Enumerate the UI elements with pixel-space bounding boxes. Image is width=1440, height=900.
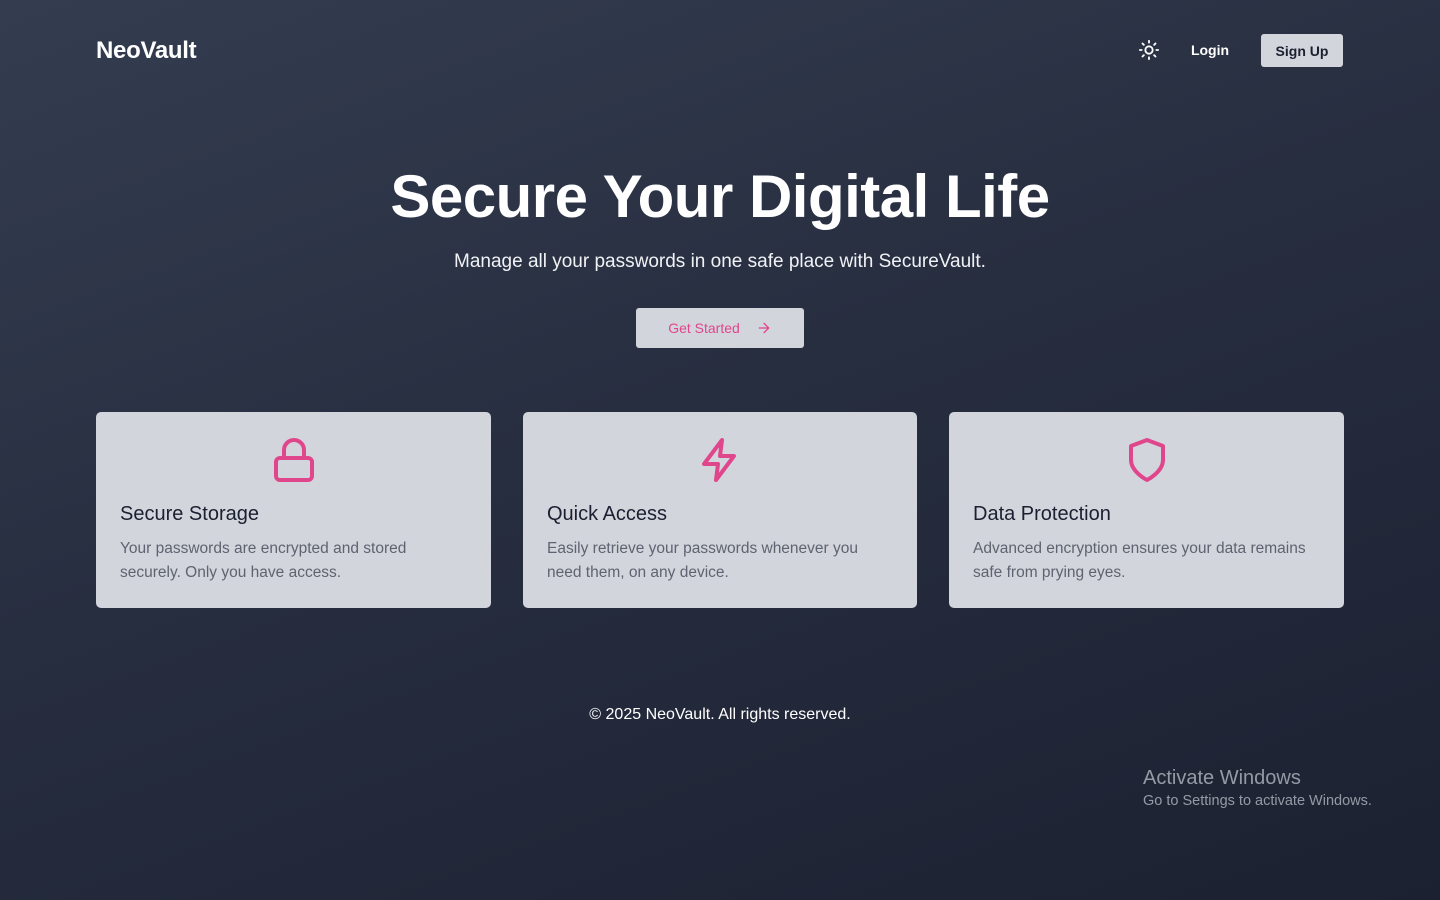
- hero-title: Secure Your Digital Life: [390, 163, 1050, 230]
- sun-icon: [1138, 39, 1160, 61]
- theme-toggle-button[interactable]: [1133, 34, 1165, 66]
- feature-title: Secure Storage: [120, 503, 259, 525]
- get-started-button[interactable]: Get Started: [636, 308, 804, 348]
- arrow-right-icon: [758, 322, 770, 334]
- get-started-label: Get Started: [668, 320, 740, 336]
- feature-description: Advanced encryption ensures your data re…: [973, 540, 1306, 581]
- hero-subtitle: Manage all your passwords in one safe pl…: [454, 251, 986, 272]
- lock-icon: [273, 438, 314, 482]
- feature-description: Easily retrieve your passwords whenever …: [547, 540, 858, 581]
- feature-card-quick-access: Quick Access Easily retrieve your passwo…: [523, 412, 917, 608]
- shield-icon: [1128, 438, 1165, 482]
- feature-title: Quick Access: [547, 503, 668, 525]
- brand-logo[interactable]: NeoVault: [96, 37, 197, 65]
- top-navbar: NeoVault Login Sign Up: [0, 0, 1440, 100]
- footer-copyright: © 2025 NeoVault. All rights reserved.: [589, 706, 851, 723]
- feature-description: Your passwords are encrypted and stored …: [120, 540, 407, 581]
- feature-card-secure-storage: Secure Storage Your passwords are encryp…: [96, 412, 491, 608]
- feature-card-data-protection: Data Protection Advanced encryption ensu…: [949, 412, 1344, 608]
- feature-title: Data Protection: [973, 503, 1111, 525]
- signup-button[interactable]: Sign Up: [1261, 34, 1343, 67]
- login-link[interactable]: Login: [1177, 34, 1243, 66]
- watermark-title: Activate Windows: [1143, 767, 1301, 789]
- lightning-icon: [702, 438, 736, 482]
- windows-activation-watermark: Activate Windows Go to Settings to activ…: [1143, 767, 1372, 809]
- watermark-subtitle: Go to Settings to activate Windows.: [1143, 793, 1372, 809]
